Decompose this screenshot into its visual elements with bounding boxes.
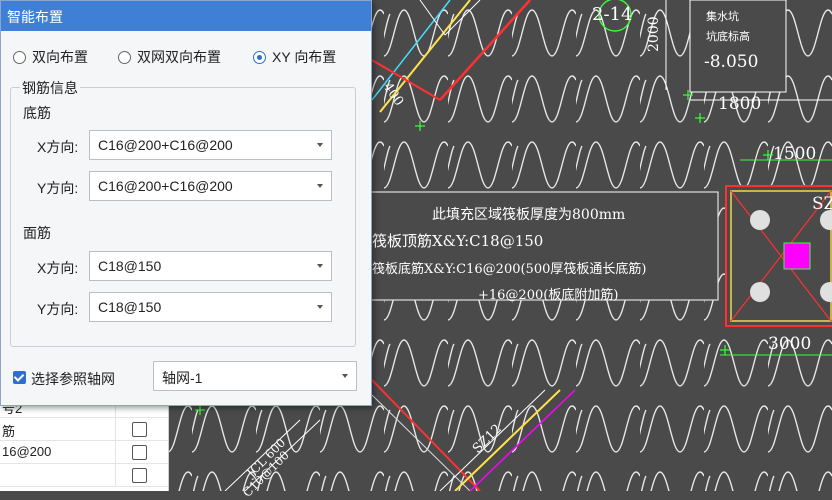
slab-note-line4: +16@200(板底附加筋)	[478, 288, 619, 303]
rebar-info-title: 钢筋信息	[20, 78, 80, 98]
table-cell: 16@200	[2, 444, 52, 459]
bottom-y-select[interactable]: C16@200+C16@200	[89, 171, 332, 201]
bottom-y-label: Y方向:	[37, 180, 79, 196]
dialog-title: 智能布置	[7, 9, 63, 25]
top-x-select[interactable]: C18@150	[89, 251, 332, 281]
chevron-down-icon	[317, 305, 323, 309]
slab-note-line1: 此填充区域筏板厚度为800mm	[432, 207, 626, 223]
slab-note-line2: 筏板顶筋X&Y:C18@150	[372, 232, 544, 250]
column-label: SZ	[812, 194, 832, 214]
slab-note-line3: 筏板底筋X&Y:C16@200(500厚筏板通长底筋)	[372, 262, 647, 277]
dim-3000: 3000	[768, 334, 812, 354]
select-value: C16@200+C16@200	[98, 137, 233, 153]
chevron-down-icon	[317, 143, 323, 147]
table-row[interactable]: 筋	[0, 418, 168, 441]
bottom-rebar-title: 底筋	[23, 105, 51, 121]
chevron-down-icon	[317, 184, 323, 188]
chevron-down-icon	[342, 374, 348, 378]
row-checkbox[interactable]	[132, 468, 147, 483]
radio-label: 双向布置	[32, 49, 88, 65]
row-checkbox[interactable]	[132, 422, 147, 437]
top-x-label: X方向:	[37, 260, 79, 276]
select-value: C16@200+C16@200	[98, 178, 233, 194]
dim-1500: 1500	[773, 144, 817, 164]
radio-indicator	[118, 50, 131, 64]
axis-label: 2-14	[592, 4, 633, 25]
dialog-title-bar[interactable]: 智能布置	[1, 1, 371, 31]
ref-grid-checkbox[interactable]	[13, 371, 26, 384]
mode-radio-bidirectional[interactable]: 双向布置	[13, 47, 88, 67]
ref-grid-label[interactable]: 选择参照轴网	[31, 369, 115, 389]
property-table: 号2 筋 16@200	[0, 395, 169, 491]
top-y-label: Y方向:	[37, 301, 79, 317]
pit-elevation: -8.050	[704, 52, 759, 72]
table-row[interactable]: 16@200	[0, 441, 168, 464]
column-divider	[115, 418, 116, 440]
smart-layout-dialog: 智能布置 双向布置 双网双向布置 XY 向布置 钢筋信息 底筋 X方向: C16…	[0, 0, 372, 406]
table-row[interactable]	[0, 464, 168, 487]
select-value: 轴网-1	[162, 370, 203, 386]
table-cell: 筋	[2, 424, 16, 439]
select-value: C18@150	[98, 299, 162, 315]
radio-label: XY 向布置	[272, 49, 337, 65]
column-divider	[115, 441, 116, 463]
chevron-down-icon	[317, 264, 323, 268]
bottom-x-select[interactable]: C16@200+C16@200	[89, 130, 332, 160]
select-value: C18@150	[98, 258, 162, 274]
mode-radio-xy[interactable]: XY 向布置	[253, 47, 336, 67]
top-rebar-title: 面筋	[23, 225, 51, 241]
bottom-x-label: X方向:	[37, 139, 79, 155]
axis-grid-select[interactable]: 轴网-1	[153, 361, 357, 391]
radio-label: 双网双向布置	[137, 49, 221, 65]
radio-indicator	[13, 50, 26, 64]
dim-2000: 2000	[646, 16, 662, 52]
row-checkbox[interactable]	[132, 445, 147, 460]
dim-1800: 1800	[718, 94, 762, 114]
pile-circle	[750, 282, 770, 302]
column-core	[783, 242, 811, 270]
pit-note-sub: 坑底标高	[706, 30, 750, 43]
top-y-select[interactable]: C18@150	[89, 292, 332, 322]
pile-circle	[750, 210, 770, 230]
column-divider	[115, 464, 116, 486]
radio-indicator-selected	[253, 50, 266, 64]
mode-radio-double-net[interactable]: 双网双向布置	[118, 47, 221, 67]
pit-note-title: 集水坑	[706, 10, 739, 23]
